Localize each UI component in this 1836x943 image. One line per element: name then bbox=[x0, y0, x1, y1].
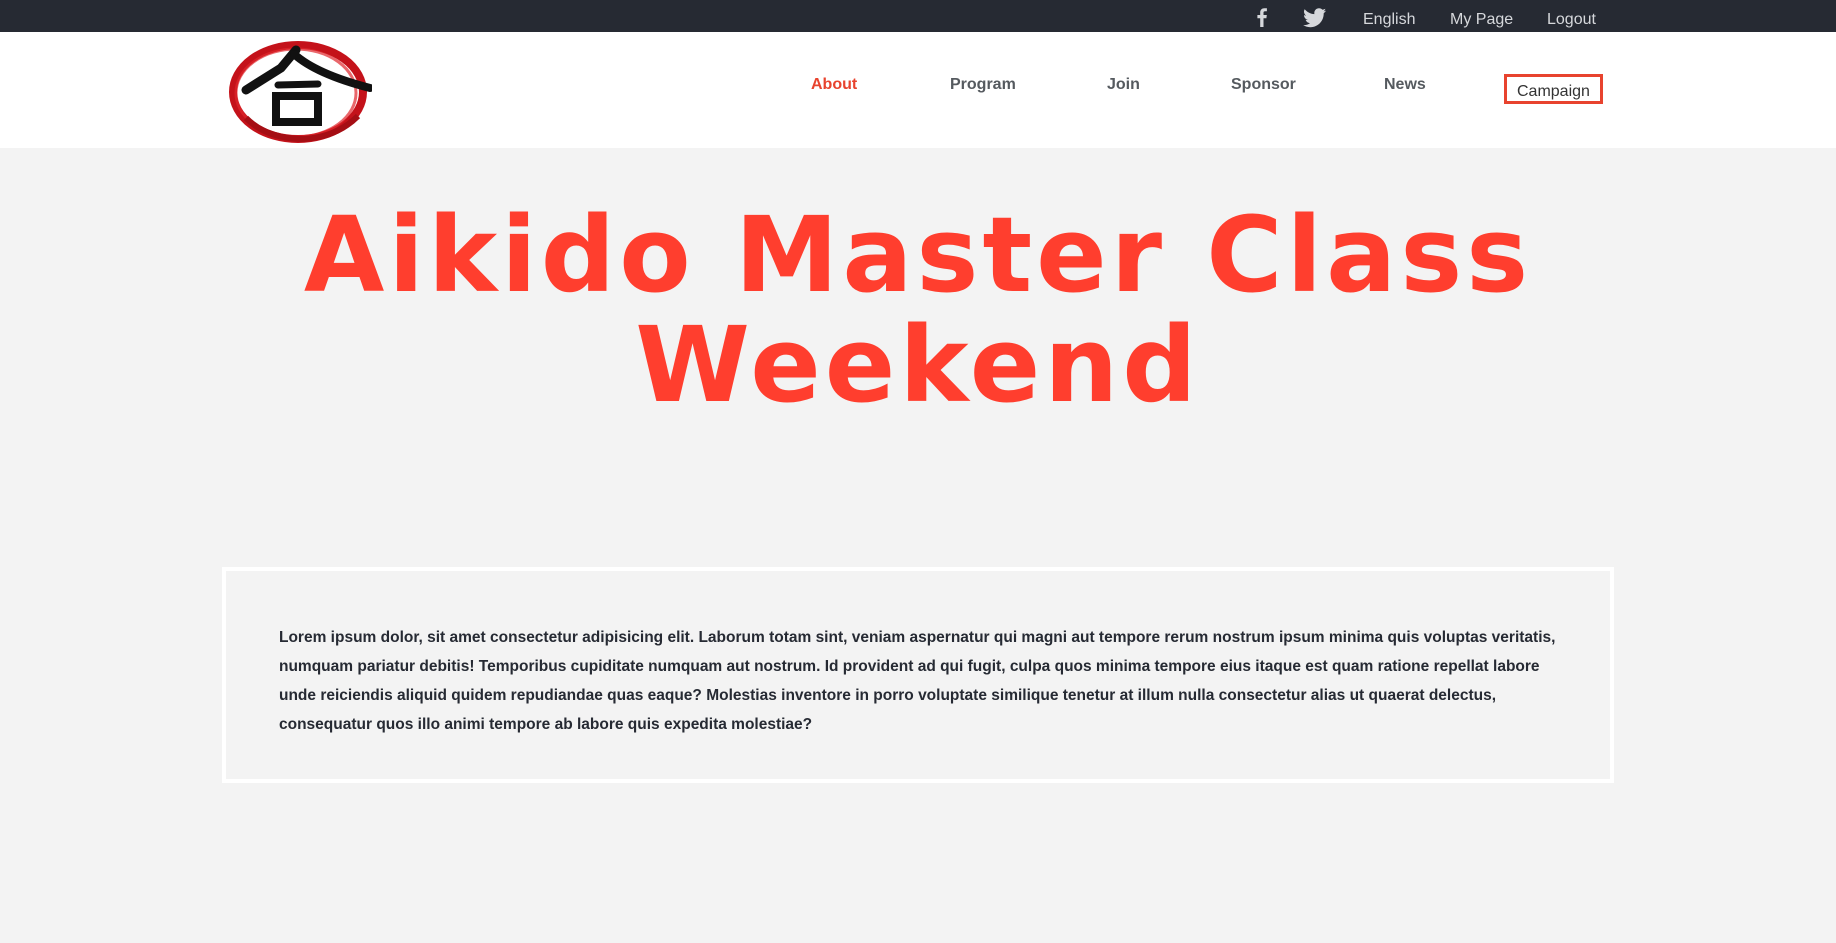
facebook-icon[interactable] bbox=[1251, 6, 1273, 28]
page-title-line-1: Aikido Master Class bbox=[303, 194, 1533, 316]
nav-news[interactable]: News bbox=[1384, 76, 1426, 94]
nav-campaign[interactable]: Campaign bbox=[1504, 74, 1603, 104]
content-paragraph: Lorem ipsum dolor, sit amet consectetur … bbox=[279, 629, 1556, 733]
aikido-kanji-logo[interactable] bbox=[226, 38, 374, 146]
twitter-icon[interactable] bbox=[1303, 6, 1327, 28]
page-title: Aikido Master Class Weekend bbox=[0, 200, 1836, 420]
top-bar: English My Page Logout bbox=[0, 0, 1836, 32]
nav-about[interactable]: About bbox=[811, 76, 857, 94]
nav-program[interactable]: Program bbox=[950, 76, 1016, 94]
nav-join[interactable]: Join bbox=[1107, 76, 1140, 94]
content-card: Lorem ipsum dolor, sit amet consectetur … bbox=[222, 567, 1614, 783]
page-title-line-2: Weekend bbox=[635, 304, 1201, 426]
nav-sponsor[interactable]: Sponsor bbox=[1231, 76, 1296, 94]
main-header: About Program Join Sponsor News Campaign bbox=[0, 32, 1836, 148]
